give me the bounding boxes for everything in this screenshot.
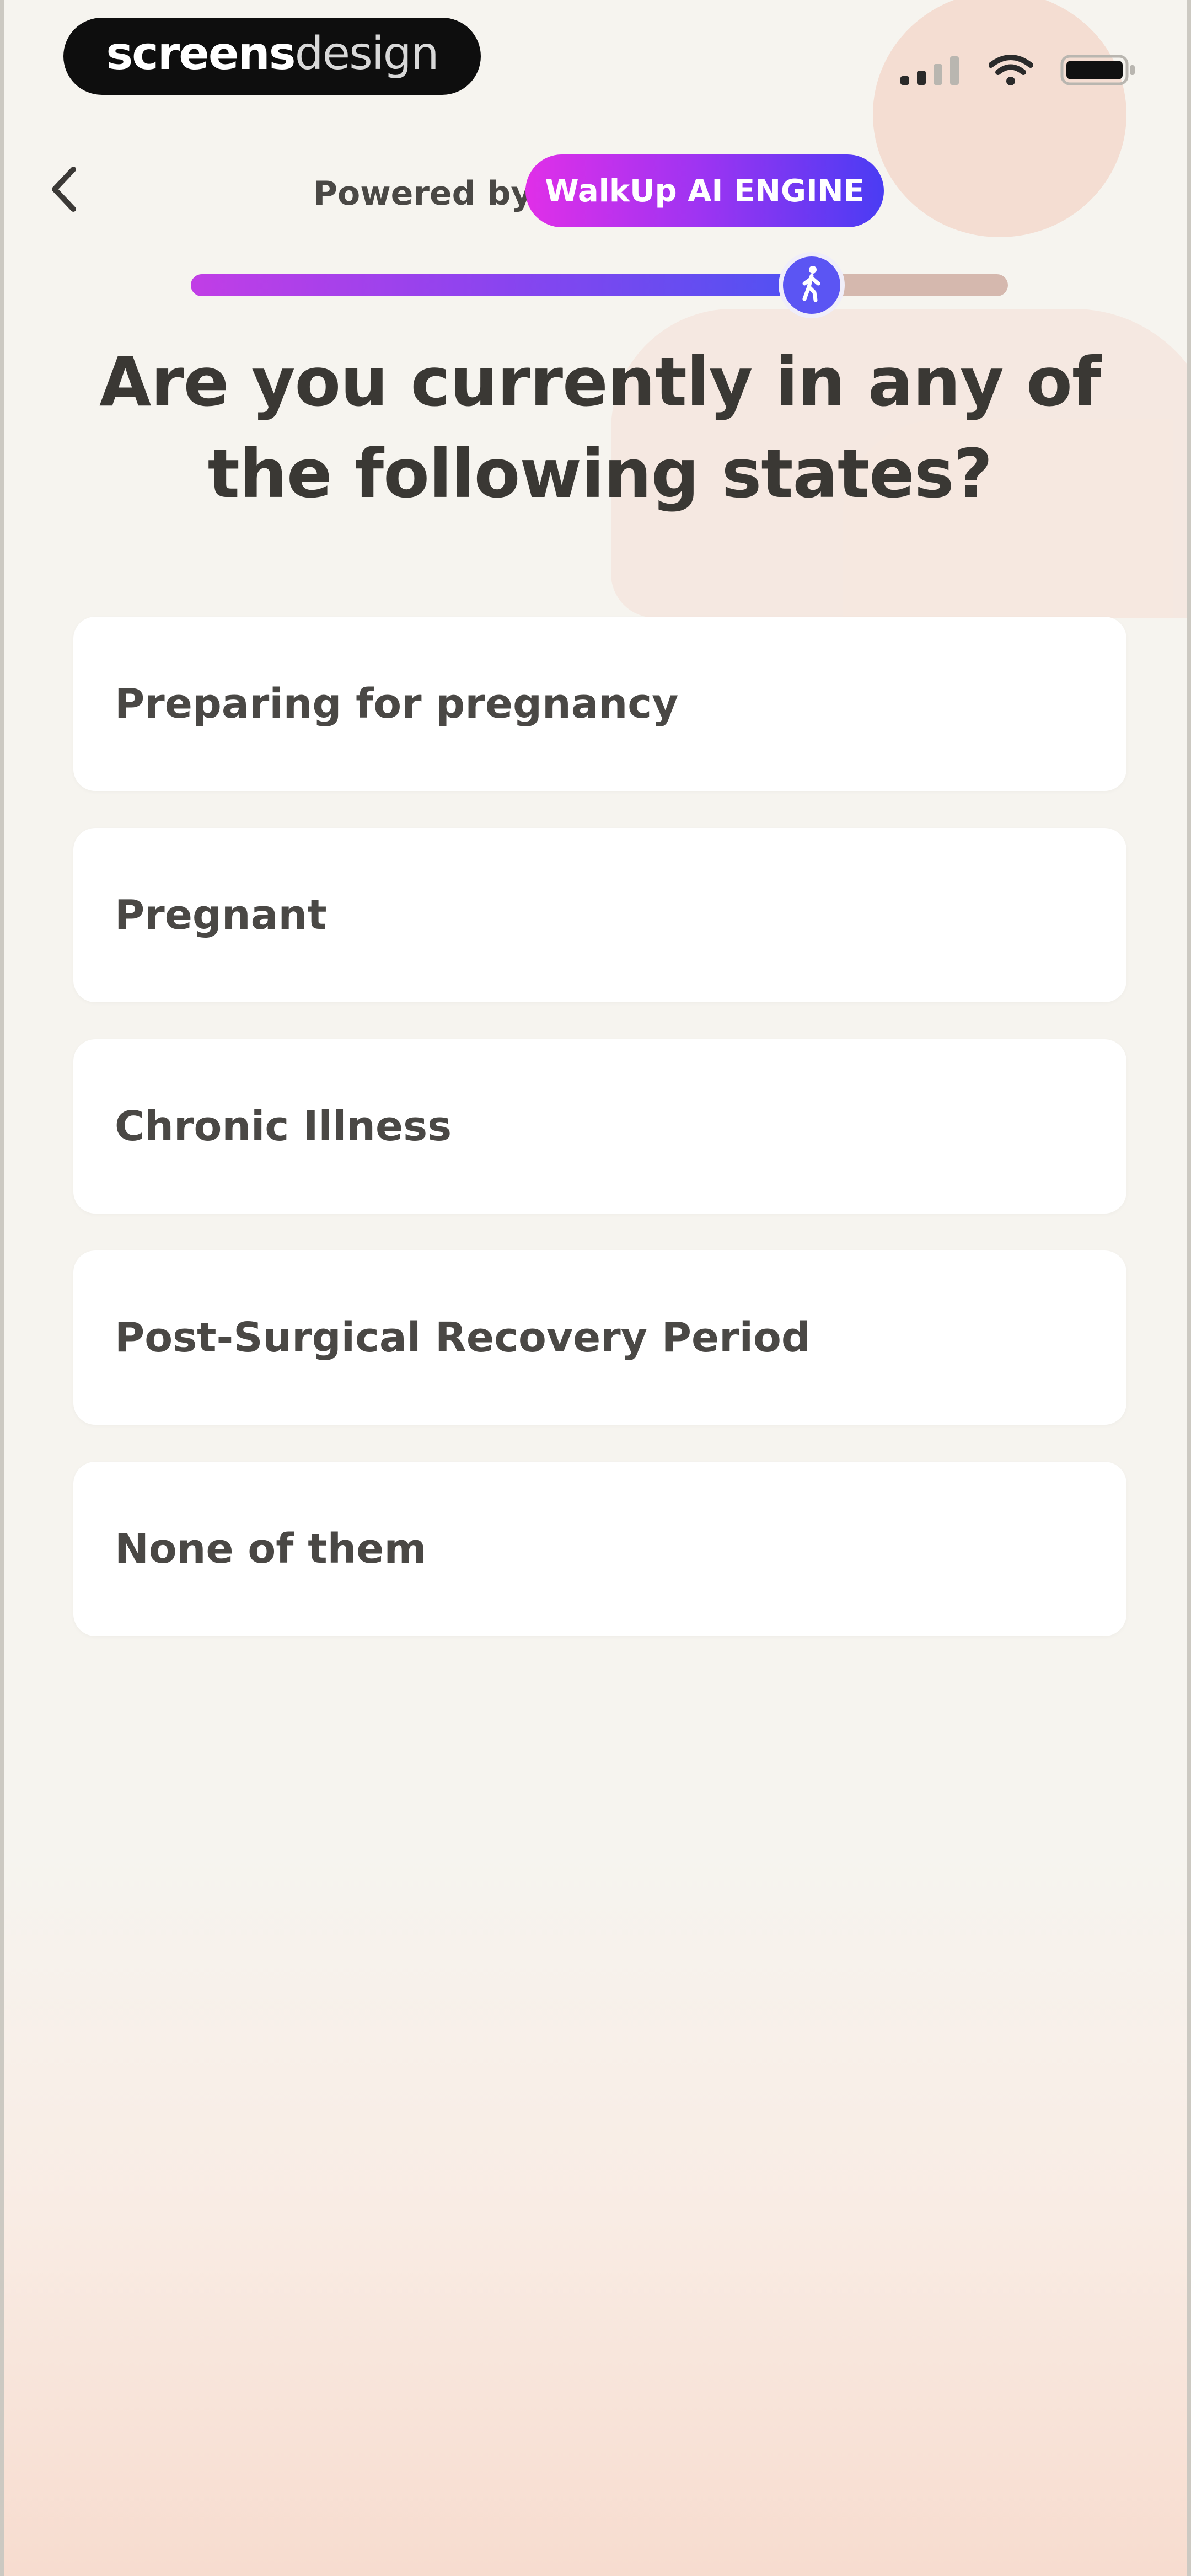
option-card[interactable]: Pregnant bbox=[73, 828, 1126, 1002]
brand-logo: screens design bbox=[63, 18, 481, 95]
wifi-icon bbox=[989, 54, 1033, 86]
options-list: Preparing for pregnancy Pregnant Chronic I… bbox=[73, 617, 1126, 1673]
chevron-left-icon bbox=[47, 162, 80, 219]
battery-icon bbox=[1060, 54, 1138, 87]
option-card[interactable]: Preparing for pregnancy bbox=[73, 617, 1126, 791]
engine-badge: WalkUp AI ENGINE bbox=[525, 154, 884, 227]
powered-by-label: Powered by bbox=[313, 174, 533, 213]
walking-person-icon bbox=[798, 265, 825, 306]
status-icons bbox=[900, 51, 1135, 89]
brand-logo-light: design bbox=[294, 27, 439, 80]
back-button[interactable] bbox=[39, 154, 88, 226]
question-title: Are you currently in any of the followin… bbox=[99, 343, 1101, 513]
decorative-circle bbox=[873, 0, 1126, 237]
progress-fill bbox=[191, 274, 812, 296]
progress-thumb bbox=[779, 252, 845, 318]
option-card[interactable]: None of them bbox=[73, 1462, 1126, 1636]
app-screen: screens design Powered by WalkUp AI ENGI… bbox=[0, 0, 1191, 2576]
brand-logo-bold: screens bbox=[106, 27, 296, 80]
progress-bar bbox=[191, 252, 1008, 318]
option-card[interactable]: Post-Surgical Recovery Period bbox=[73, 1250, 1126, 1425]
option-card[interactable]: Chronic Illness bbox=[73, 1039, 1126, 1214]
cellular-signal-icon bbox=[900, 55, 961, 85]
